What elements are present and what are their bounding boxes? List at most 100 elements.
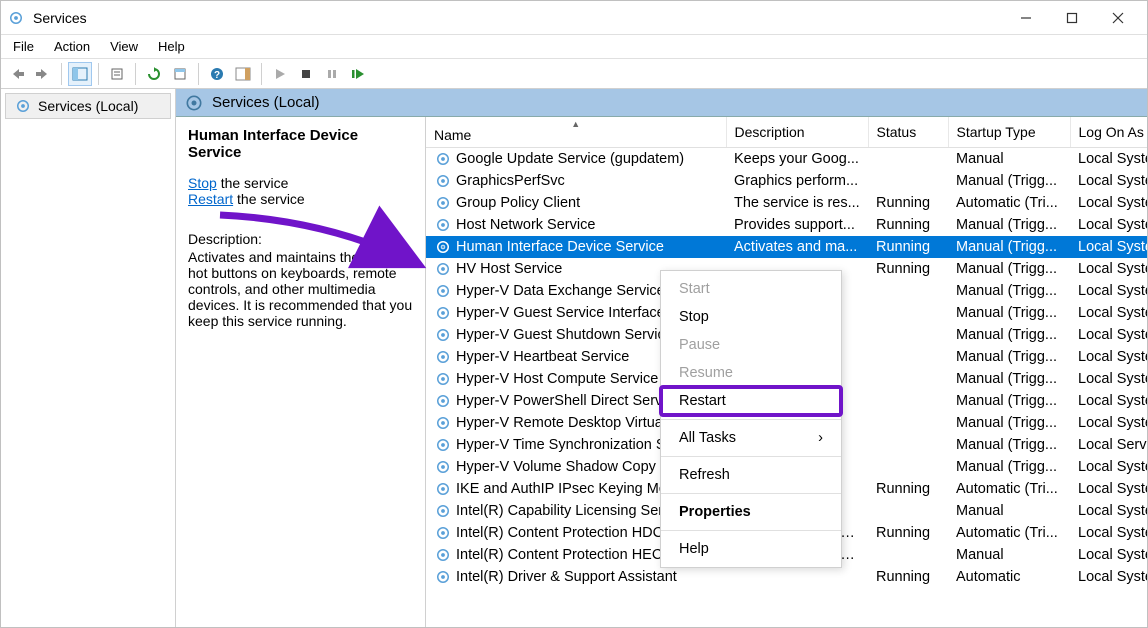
menu-help[interactable]: Help [148, 36, 195, 57]
stop-service-button[interactable] [294, 62, 318, 86]
service-logon-cell: Local System [1070, 324, 1147, 346]
service-status-cell: Running [868, 478, 948, 500]
service-name-cell: Intel(R) Capability Licensing Servi... [456, 503, 686, 519]
col-startup-type[interactable]: Startup Type [948, 117, 1070, 148]
service-row[interactable]: Host Network ServiceProvides support...R… [426, 214, 1147, 236]
ctx-stop[interactable]: Stop [661, 303, 841, 331]
show-hide-action-pane-button[interactable] [231, 62, 255, 86]
service-logon-cell: Local System [1070, 170, 1147, 192]
service-startup-cell: Manual (Trigg... [948, 302, 1070, 324]
service-row[interactable]: Human Interface Device Service Activates … [426, 236, 1147, 258]
service-status-cell [868, 412, 948, 434]
service-startup-cell: Manual (Trigg... [948, 236, 1070, 258]
ctx-properties[interactable]: Properties [661, 498, 841, 526]
service-startup-cell: Manual (Trigg... [948, 170, 1070, 192]
refresh-button[interactable] [142, 62, 166, 86]
gear-icon [434, 260, 452, 278]
gear-icon [434, 326, 452, 344]
ctx-all-tasks[interactable]: All Tasks› [661, 424, 841, 452]
service-status-cell [868, 368, 948, 390]
ctx-resume: Resume [661, 359, 841, 387]
ctx-restart[interactable]: Restart [661, 387, 841, 415]
col-description[interactable]: Description [726, 117, 868, 148]
service-name-cell: HV Host Service [456, 261, 562, 277]
gear-icon [434, 414, 452, 432]
stop-service-link[interactable]: Stop [188, 175, 217, 191]
service-logon-cell: Local System [1070, 544, 1147, 566]
service-name-cell: Hyper-V Heartbeat Service [456, 349, 629, 365]
ctx-help[interactable]: Help [661, 535, 841, 563]
service-startup-cell: Manual (Trigg... [948, 434, 1070, 456]
forward-button[interactable] [31, 62, 55, 86]
service-name-cell: Hyper-V Data Exchange Service [456, 283, 665, 299]
back-button[interactable] [5, 62, 29, 86]
detail-pane: Human Interface Device Service Stop the … [176, 117, 426, 627]
service-desc-cell: The service is res... [726, 192, 868, 214]
service-status-cell [868, 500, 948, 522]
service-row[interactable]: Group Policy ClientThe service is res...… [426, 192, 1147, 214]
service-startup-cell: Automatic (Tri... [948, 522, 1070, 544]
gear-icon [434, 150, 452, 168]
toolbar: ? [1, 59, 1147, 89]
service-status-cell [868, 148, 948, 171]
service-logon-cell: Local System [1070, 522, 1147, 544]
col-name[interactable]: ▲Name [426, 117, 726, 148]
menu-action[interactable]: Action [44, 36, 100, 57]
gear-icon [434, 194, 452, 212]
context-menu: Start Stop Pause Resume Restart All Task… [660, 270, 842, 568]
restart-service-button[interactable] [346, 62, 370, 86]
service-startup-cell: Automatic [948, 566, 1070, 588]
service-status-cell [868, 346, 948, 368]
service-row[interactable]: GraphicsPerfSvcGraphics perform...Manual… [426, 170, 1147, 192]
chevron-right-icon: › [818, 430, 823, 446]
service-status-cell: Running [868, 522, 948, 544]
service-logon-cell: Local System [1070, 368, 1147, 390]
gear-icon [434, 458, 452, 476]
service-row[interactable]: Google Update Service (gupdatem)Keeps yo… [426, 148, 1147, 171]
help-button[interactable]: ? [205, 62, 229, 86]
service-logon-cell: Local System [1070, 500, 1147, 522]
service-status-cell: Running [868, 192, 948, 214]
properties-button[interactable] [168, 62, 192, 86]
menu-view[interactable]: View [100, 36, 148, 57]
service-startup-cell: Manual [948, 148, 1070, 171]
col-log-on-as[interactable]: Log On As [1070, 117, 1147, 148]
service-status-cell [868, 390, 948, 412]
service-desc-cell [726, 566, 868, 588]
pause-service-button[interactable] [320, 62, 344, 86]
maximize-button[interactable] [1049, 3, 1095, 33]
gear-icon [184, 93, 204, 113]
service-startup-cell: Manual (Trigg... [948, 368, 1070, 390]
service-logon-cell: Local System [1070, 214, 1147, 236]
gear-icon [14, 97, 32, 115]
service-startup-cell: Manual [948, 544, 1070, 566]
service-status-cell [868, 302, 948, 324]
console-tree: Services (Local) [1, 89, 176, 627]
service-status-cell [868, 324, 948, 346]
tree-node-services-local[interactable]: Services (Local) [5, 93, 171, 119]
service-logon-cell: Local System [1070, 302, 1147, 324]
service-status-cell [868, 434, 948, 456]
service-startup-cell: Automatic (Tri... [948, 478, 1070, 500]
minimize-button[interactable] [1003, 3, 1049, 33]
service-row[interactable]: Intel(R) Driver & Support AssistantRunni… [426, 566, 1147, 588]
service-desc-cell: Activates and ma... [726, 236, 868, 258]
gear-icon [434, 502, 452, 520]
gear-icon [434, 348, 452, 366]
close-button[interactable] [1095, 3, 1141, 33]
show-hide-tree-button[interactable] [68, 62, 92, 86]
service-name-cell: Human Interface Device Service [456, 239, 664, 255]
col-status[interactable]: Status [868, 117, 948, 148]
restart-service-link[interactable]: Restart [188, 191, 233, 207]
service-desc-cell: Keeps your Goog... [726, 148, 868, 171]
menu-file[interactable]: File [3, 36, 44, 57]
export-list-button[interactable] [105, 62, 129, 86]
gear-icon [434, 238, 452, 256]
start-service-button[interactable] [268, 62, 292, 86]
stop-service-line: Stop the service [188, 175, 413, 191]
tree-node-label: Services (Local) [38, 98, 138, 114]
ctx-refresh[interactable]: Refresh [661, 461, 841, 489]
service-name-cell: Hyper-V Time Synchronization Se... [456, 437, 686, 453]
service-status-cell: Running [868, 566, 948, 588]
gear-icon [434, 436, 452, 454]
